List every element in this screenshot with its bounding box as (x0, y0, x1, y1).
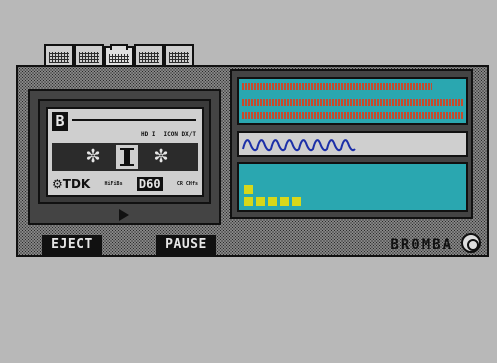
eq-block (280, 197, 289, 206)
mode-button-3[interactable] (104, 44, 134, 66)
cassette-info-row: ⚙TDK HiFiBs D60 CR CHfs (52, 175, 198, 193)
cassette-tag: HD I (141, 131, 156, 138)
vu-meter-base-bar (242, 112, 463, 119)
tape-window (116, 145, 138, 169)
meter-panel (230, 69, 473, 219)
brand-logo: BR0MBA (390, 237, 453, 253)
cassette-bay[interactable]: B HD I ICON DX/T ✼ ✼ ⚙TDK HiFiBs D60 CR … (28, 89, 221, 225)
tape-length: D60 (136, 177, 163, 191)
vu-meter-top-bar (242, 83, 432, 90)
cassette-tag: ICON DX/T (163, 131, 196, 138)
eq-block (244, 185, 253, 194)
cassette-side-letter: B (52, 112, 68, 131)
reel-window: ✼ ✼ (52, 143, 198, 171)
eject-button[interactable]: EJECT (42, 235, 102, 255)
waveform-icon (242, 139, 356, 152)
mode-button-5[interactable] (164, 44, 194, 66)
vu-meter (237, 77, 468, 125)
cassette-label: B HD I ICON DX/T ✼ ✼ ⚙TDK HiFiBs D60 CR … (46, 107, 204, 197)
left-reel-icon: ✼ (85, 146, 101, 167)
mode-button-1[interactable] (44, 44, 74, 66)
mode-button-2[interactable] (74, 44, 104, 66)
vu-meter-bottom-bar (242, 99, 463, 106)
label-line (72, 119, 196, 121)
cassette-brand: ⚙TDK (52, 177, 91, 191)
play-icon[interactable] (119, 209, 129, 221)
eq-block (256, 197, 265, 206)
tape-type-right: CR CHfs (176, 181, 198, 187)
pause-button[interactable]: PAUSE (156, 235, 216, 255)
waveform-display (237, 131, 468, 157)
right-reel-icon: ✼ (153, 146, 169, 167)
power-icon[interactable] (461, 233, 481, 253)
tape-deck: B HD I ICON DX/T ✼ ✼ ⚙TDK HiFiBs D60 CR … (16, 65, 489, 257)
eq-block (292, 197, 301, 206)
cassette-tags: HD I ICON DX/T (141, 131, 196, 138)
tape-type-left: HiFiBs (104, 181, 123, 187)
equalizer-display (237, 162, 468, 212)
eq-block (244, 197, 253, 206)
eq-block (268, 197, 277, 206)
mode-button-4[interactable] (134, 44, 164, 66)
mode-button-strip (44, 44, 194, 66)
cassette: B HD I ICON DX/T ✼ ✼ ⚙TDK HiFiBs D60 CR … (38, 99, 211, 204)
